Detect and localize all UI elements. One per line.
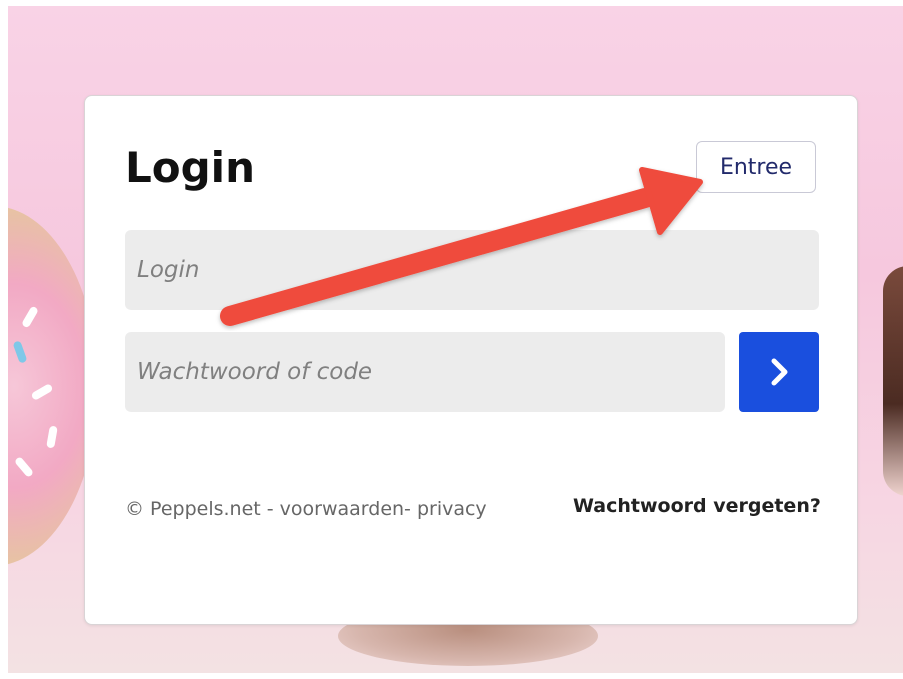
submit-button[interactable] [739, 332, 819, 412]
login-card: Login Entree © Peppels.net - voorwaarden… [84, 95, 858, 625]
donut-decoration [883, 266, 903, 496]
password-input[interactable] [125, 332, 725, 412]
forgot-password-link[interactable]: Wachtwoord vergeten? [573, 495, 821, 517]
chevron-right-icon [771, 358, 788, 386]
footer-copyright: © Peppels.net - voorwaarden- privacy [125, 498, 487, 520]
page: Login Entree © Peppels.net - voorwaarden… [0, 0, 903, 679]
page-title: Login [125, 143, 255, 192]
login-input[interactable] [125, 230, 819, 310]
entree-button[interactable]: Entree [696, 141, 816, 193]
